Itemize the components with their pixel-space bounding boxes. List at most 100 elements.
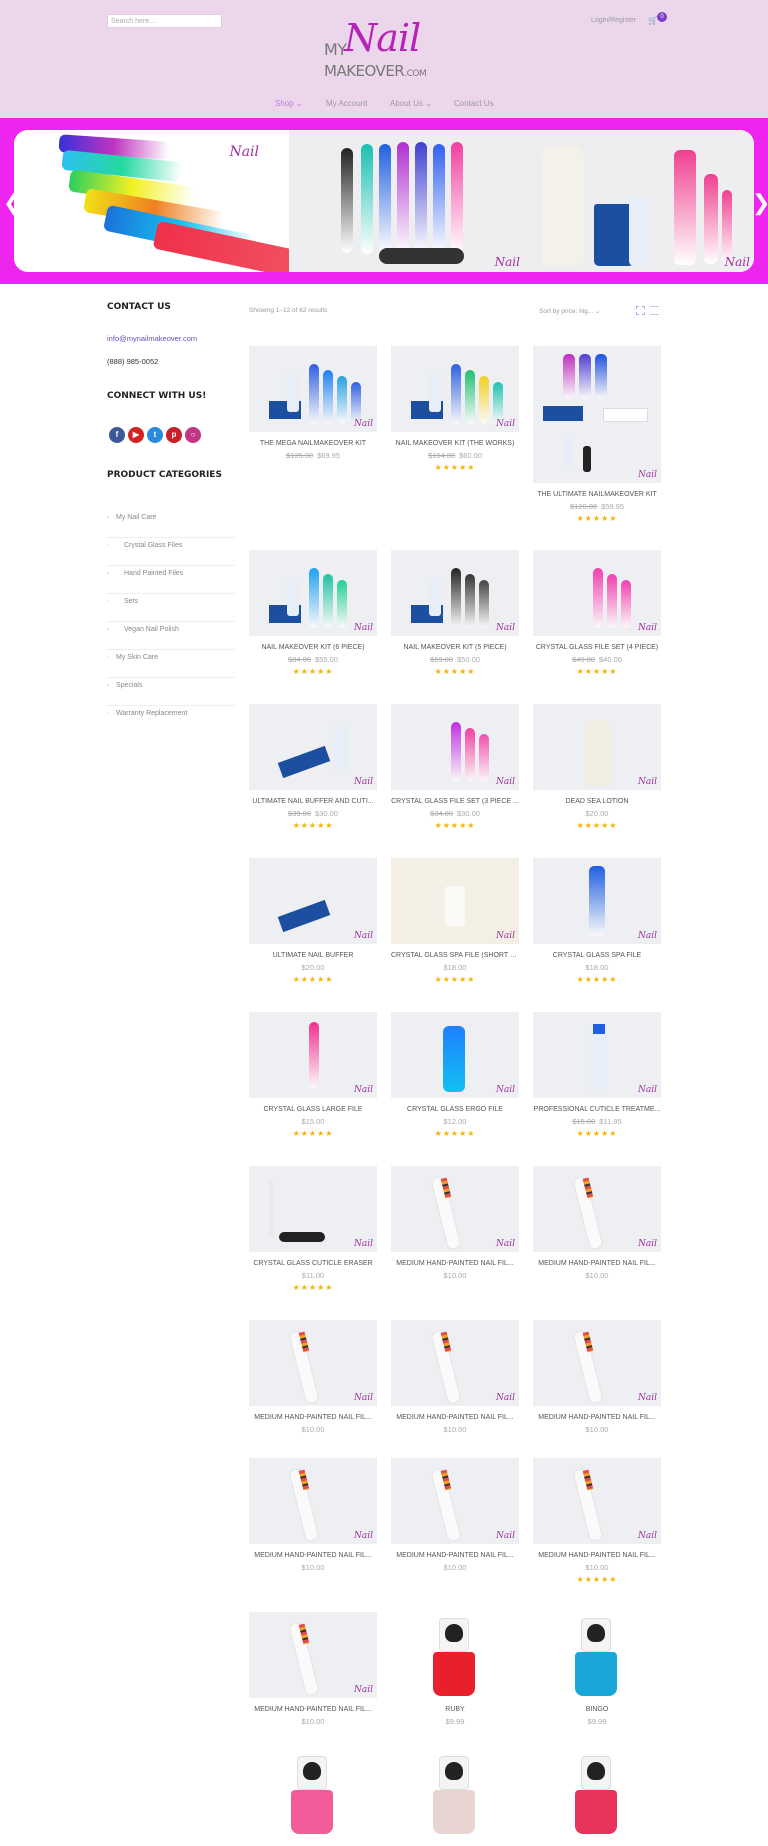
product-image[interactable]: Nail	[249, 1458, 377, 1544]
facebook-icon[interactable]: f	[109, 427, 125, 443]
product-name[interactable]: CRYSTAL GLASS CUTICLE ERASER	[249, 1260, 377, 1267]
product-name[interactable]: MEDIUM HAND-PAINTED NAIL FIL...	[249, 1552, 377, 1559]
product-image[interactable]: Nail	[533, 704, 661, 790]
product-name[interactable]: MEDIUM HAND-PAINTED NAIL FIL...	[533, 1552, 661, 1559]
product-image[interactable]: Nail	[249, 1320, 377, 1406]
product-name[interactable]: PROFESSIONAL CUTICLE TREATME...	[533, 1106, 661, 1113]
product-card[interactable]	[533, 1750, 661, 1836]
product-image[interactable]: Nail	[391, 1320, 519, 1406]
sort-select[interactable]: Sort by price: hig... ⌄	[539, 307, 600, 315]
product-card[interactable]: RUBY $9.99	[391, 1612, 519, 1726]
product-card[interactable]: Nail MEDIUM HAND-PAINTED NAIL FIL... $10.0…	[391, 1320, 519, 1434]
product-card[interactable]: Nail MEDIUM HAND-PAINTED NAIL FIL... $10.0…	[533, 1320, 661, 1434]
product-card[interactable]	[249, 1750, 377, 1836]
product-name[interactable]: THE MEGA NAILMAKEOVER KIT	[249, 440, 377, 447]
product-card[interactable]: Nail THE ULTIMATE NAILMAKEOVER KIT $120.00…	[533, 346, 661, 523]
product-image[interactable]	[533, 1612, 661, 1698]
product-image[interactable]	[533, 1750, 661, 1836]
category-hand-painted-files[interactable]: › Hand Painted Files	[107, 566, 235, 594]
product-name[interactable]: RUBY	[391, 1706, 519, 1713]
product-card[interactable]: Nail MEDIUM HAND-PAINTED NAIL FIL... $10.0…	[533, 1458, 661, 1584]
product-image[interactable]: Nail	[391, 550, 519, 636]
product-card[interactable]: Nail CRYSTAL GLASS FILE SET (4 PIECE) $49.…	[533, 550, 661, 676]
product-card[interactable]: Nail PROFESSIONAL CUTICLE TREATME... $15.0…	[533, 1012, 661, 1138]
product-card[interactable]: Nail MEDIUM HAND-PAINTED NAIL FIL... $10.0…	[249, 1458, 377, 1572]
product-name[interactable]: THE ULTIMATE NAILMAKEOVER KIT	[533, 491, 661, 498]
product-image[interactable]: Nail	[391, 346, 519, 432]
product-image[interactable]: Nail	[533, 1166, 661, 1252]
product-name[interactable]: MEDIUM HAND-PAINTED NAIL FIL...	[391, 1414, 519, 1421]
product-image[interactable]: Nail	[391, 1458, 519, 1544]
product-name[interactable]: MEDIUM HAND-PAINTED NAIL FIL...	[249, 1706, 377, 1713]
category-warranty-replacement[interactable]: › Warranty Replacement	[107, 706, 235, 734]
list-view-icon[interactable]	[650, 306, 659, 315]
product-card[interactable]	[391, 1750, 519, 1836]
product-image[interactable]: Nail	[533, 858, 661, 944]
product-name[interactable]: BINGO	[533, 1706, 661, 1713]
category-my-skin-care[interactable]: › My Skin Care	[107, 650, 235, 678]
product-image[interactable]	[391, 1750, 519, 1836]
slider-next-arrow[interactable]: ❯	[752, 190, 768, 216]
product-image[interactable]: Nail	[249, 704, 377, 790]
product-name[interactable]: CRYSTAL GLASS FILE SET (3 PIECE ...	[391, 798, 519, 805]
product-card[interactable]: BINGO $9.99	[533, 1612, 661, 1726]
product-card[interactable]: Nail MEDIUM HAND-PAINTED NAIL FIL... $10.0…	[391, 1458, 519, 1572]
product-name[interactable]: NAIL MAKEOVER KIT (5 PIECE)	[391, 644, 519, 651]
pinterest-icon[interactable]: p	[166, 427, 182, 443]
product-card[interactable]: Nail CRYSTAL GLASS SPA FILE (SHORT S... $1…	[391, 858, 519, 984]
login-register-link[interactable]: Login/Register	[591, 17, 636, 24]
product-name[interactable]: MEDIUM HAND-PAINTED NAIL FIL...	[533, 1260, 661, 1267]
product-card[interactable]: Nail MEDIUM HAND-PAINTED NAIL FIL... $10.0…	[391, 1166, 519, 1280]
product-name[interactable]: CRYSTAL GLASS LARGE FILE	[249, 1106, 377, 1113]
contact-email-link[interactable]: info@mynailmakeover.com	[107, 334, 197, 343]
twitter-icon[interactable]: t	[147, 427, 163, 443]
product-name[interactable]: MEDIUM HAND-PAINTED NAIL FIL...	[391, 1260, 519, 1267]
product-image[interactable]: Nail	[391, 858, 519, 944]
product-card[interactable]: Nail DEAD SEA LOTION $20.00 ★★★★★	[533, 704, 661, 830]
product-image[interactable]: Nail	[533, 346, 661, 483]
product-image[interactable]: Nail	[249, 1166, 377, 1252]
product-card[interactable]: Nail MEDIUM HAND-PAINTED NAIL FIL... $10.0…	[249, 1320, 377, 1434]
category-vegan-nail-polish[interactable]: › Vegan Nail Polish	[107, 622, 235, 650]
category-crystal-glass-files[interactable]: › Crystal Glass Files	[107, 538, 235, 566]
product-image[interactable]: Nail	[391, 1166, 519, 1252]
product-image[interactable]	[391, 1612, 519, 1698]
product-card[interactable]: Nail CRYSTAL GLASS FILE SET (3 PIECE ... $…	[391, 704, 519, 830]
product-name[interactable]: CRYSTAL GLASS ERGO FILE	[391, 1106, 519, 1113]
product-image[interactable]: Nail	[533, 1012, 661, 1098]
product-image[interactable]: Nail	[533, 1458, 661, 1544]
product-card[interactable]: Nail NAIL MAKEOVER KIT (6 PIECE) $84.00 $55…	[249, 550, 377, 676]
product-card[interactable]: Nail ULTIMATE NAIL BUFFER AND CUTI... $39.…	[249, 704, 377, 830]
product-name[interactable]: NAIL MAKEOVER KIT (THE WORKS)	[391, 440, 519, 447]
grid-view-icon[interactable]	[636, 306, 645, 315]
product-image[interactable]: Nail	[391, 704, 519, 790]
product-card[interactable]: Nail MEDIUM HAND-PAINTED NAIL FIL... $10.0…	[249, 1612, 377, 1726]
product-name[interactable]: CRYSTAL GLASS FILE SET (4 PIECE)	[533, 644, 661, 651]
product-name[interactable]: DEAD SEA LOTION	[533, 798, 661, 805]
search-input[interactable]: Search here...	[107, 14, 222, 28]
product-image[interactable]: Nail	[249, 1612, 377, 1698]
youtube-icon[interactable]: ▶	[128, 427, 144, 443]
nav-about-us[interactable]: About Us ⌄	[390, 99, 432, 108]
product-image[interactable]: Nail	[249, 1012, 377, 1098]
product-image[interactable]: Nail	[533, 550, 661, 636]
product-card[interactable]: Nail ULTIMATE NAIL BUFFER $20.00 ★★★★★	[249, 858, 377, 984]
product-name[interactable]: MEDIUM HAND-PAINTED NAIL FIL...	[249, 1414, 377, 1421]
product-card[interactable]: Nail NAIL MAKEOVER KIT (THE WORKS) $104.00…	[391, 346, 519, 472]
product-name[interactable]: MEDIUM HAND-PAINTED NAIL FIL...	[391, 1552, 519, 1559]
product-image[interactable]: Nail	[391, 1012, 519, 1098]
product-image[interactable]	[249, 1750, 377, 1836]
nav-shop[interactable]: Shop ⌄	[275, 99, 303, 108]
product-name[interactable]: ULTIMATE NAIL BUFFER	[249, 952, 377, 959]
product-image[interactable]: Nail	[249, 550, 377, 636]
product-image[interactable]: Nail	[533, 1320, 661, 1406]
product-image[interactable]: Nail	[249, 858, 377, 944]
slider-prev-arrow[interactable]: ❮	[3, 190, 21, 216]
product-name[interactable]: MEDIUM HAND-PAINTED NAIL FIL...	[533, 1414, 661, 1421]
instagram-icon[interactable]: ○	[185, 427, 201, 443]
product-card[interactable]: Nail NAIL MAKEOVER KIT (5 PIECE) $69.00 $50…	[391, 550, 519, 676]
product-image[interactable]: Nail	[249, 346, 377, 432]
product-card[interactable]: Nail CRYSTAL GLASS ERGO FILE $12.00 ★★★★★	[391, 1012, 519, 1138]
product-card[interactable]: Nail MEDIUM HAND-PAINTED NAIL FIL... $10.0…	[533, 1166, 661, 1280]
nav-my-account[interactable]: My Account	[326, 99, 367, 108]
